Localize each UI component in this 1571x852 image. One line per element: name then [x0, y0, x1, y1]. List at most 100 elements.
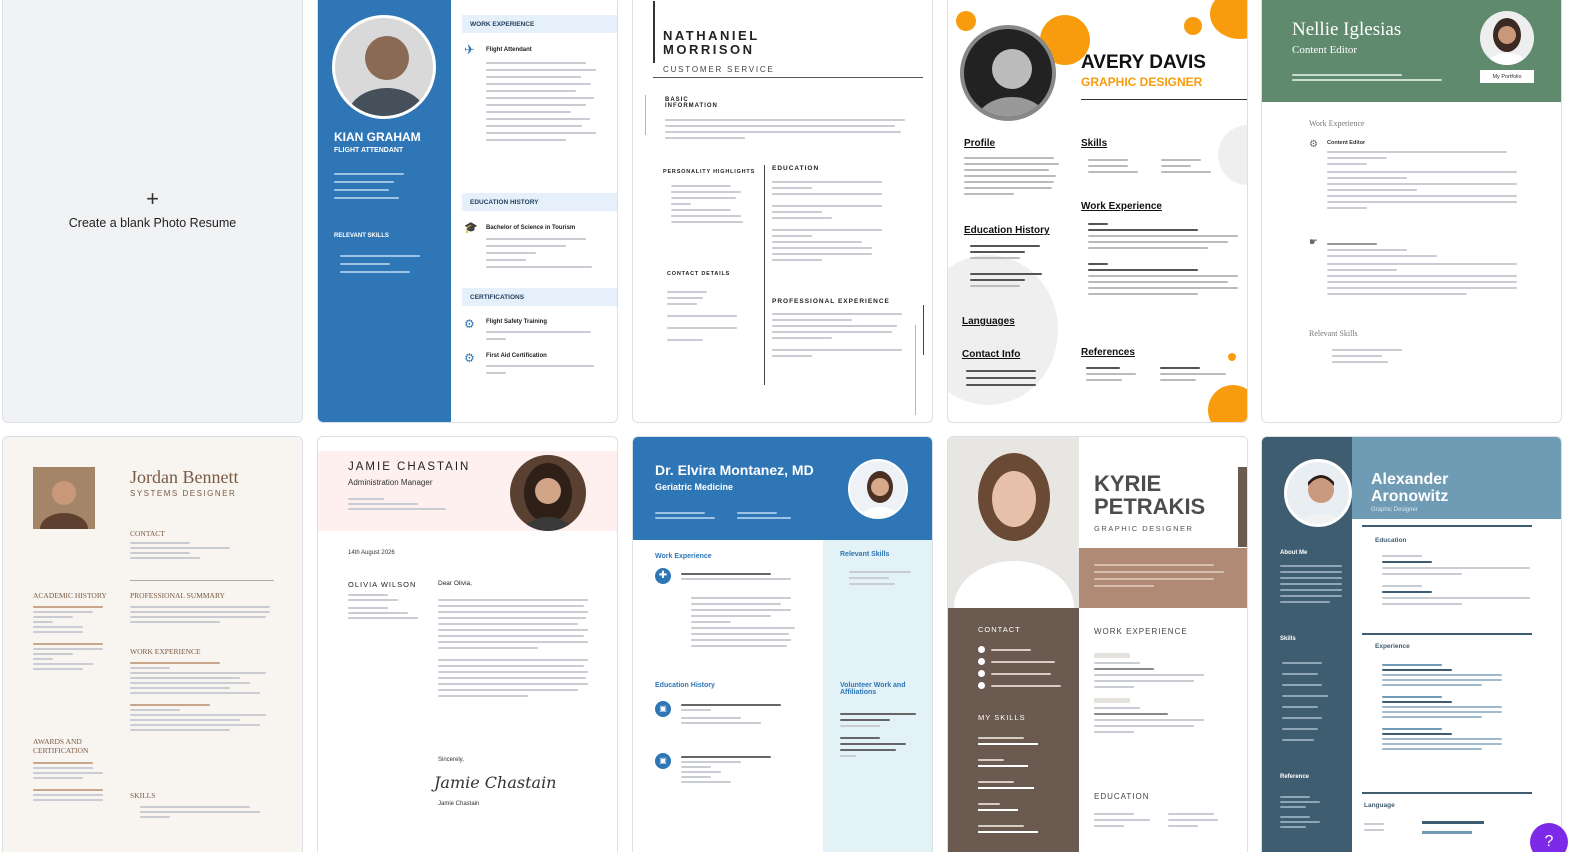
resume-name: PETRAKIS [1094, 494, 1206, 519]
resume-role: Graphic Designer [1371, 507, 1418, 513]
section-heading: Languages [962, 316, 1015, 327]
profile-photo [332, 15, 436, 119]
section-heading: CONTACT DETAILS [667, 271, 731, 277]
graduation-cap-icon: 🎓 [464, 222, 478, 234]
letter-closing: Sincerely, [438, 757, 464, 763]
template-card-kyrie-petrakis[interactable]: KYRIE PETRAKIS GRAPHIC DESIGNER CONTACT … [947, 436, 1248, 852]
section-heading: EDUCATION [1094, 792, 1150, 801]
certification-title: First Aid Certification [486, 353, 547, 359]
resume-role: CUSTOMER SERVICE [663, 65, 775, 74]
degree-title: Bachelor of Science in Tourism [486, 225, 576, 231]
section-heading: Contact Info [962, 349, 1021, 360]
section-heading: CERTIFICATIONS [470, 294, 525, 301]
section-heading: References [1081, 347, 1135, 358]
resume-role: GRAPHIC DESIGNER [1094, 524, 1194, 533]
resume-name: JAMIE CHASTAIN [348, 461, 471, 473]
section-heading: PERSONALITY HIGHLIGHTS [663, 169, 756, 175]
section-heading: PROFESSIONAL EXPERIENCE [772, 298, 890, 305]
resume-name: Dr. Elvira Montanez, MD [655, 462, 814, 478]
globe-icon [978, 670, 985, 677]
portfolio-label: My Portfolio [1492, 73, 1522, 80]
section-heading: Skills [1280, 636, 1296, 642]
section-heading: Language [1364, 802, 1395, 809]
briefcase-icon: ⚙ [1309, 139, 1318, 150]
section-heading: WORK EXPERIENCE [130, 647, 201, 656]
resume-name: Nellie Iglesias [1292, 19, 1402, 40]
plus-icon: + [146, 185, 159, 211]
section-heading: Relevant Skills [1309, 329, 1358, 338]
profile-photo [848, 459, 908, 519]
medical-cross-icon: ✚ [655, 568, 671, 584]
section-heading: About Me [1280, 550, 1308, 556]
section-heading: CONTACT [978, 625, 1021, 634]
resume-name: NATHANIEL [663, 28, 760, 43]
section-heading: Education History [964, 225, 1050, 236]
airplane-icon: ✈ [464, 42, 475, 57]
diploma-icon: ▣ [655, 701, 671, 717]
help-button[interactable]: ? [1530, 823, 1568, 852]
section-heading: ACADEMIC HISTORY [33, 591, 107, 600]
job-title: Flight Attendant [486, 47, 532, 53]
certification-title: Flight Safety Training [486, 319, 548, 325]
email-icon [978, 658, 985, 665]
resume-role: FLIGHT ATTENDANT [334, 147, 404, 154]
template-card-jamie-chastain[interactable]: JAMIE CHASTAIN Administration Manager 14… [317, 436, 618, 852]
template-card-nellie-iglesias[interactable]: Nellie Iglesias Content Editor My Portfo… [1261, 0, 1562, 423]
resume-name: Aronowitz [1371, 488, 1449, 505]
template-card-jordan-bennett[interactable]: Jordan Bennett SYSTEMS DESIGNER CONTACT … [2, 436, 303, 852]
resume-role: Content Editor [1292, 44, 1358, 56]
resume-name: Jordan Bennett [130, 467, 239, 487]
resume-name: KIAN GRAHAM [334, 130, 421, 144]
template-card-alexander-aronowitz[interactable]: Alexander Aronowitz Graphic Designer Abo… [1261, 436, 1562, 852]
skills-heading: RELEVANT SKILLS [334, 233, 389, 239]
section-heading: Work Experience [655, 553, 712, 560]
resume-role: GRAPHIC DESIGNER [1081, 75, 1203, 89]
section-heading: Experience [1375, 643, 1410, 650]
template-card-nathaniel-morrison[interactable]: NATHANIEL MORRISON CUSTOMER SERVICE BASI… [632, 0, 933, 423]
resume-name: AVERY DAVIS [1081, 52, 1206, 73]
section-heading: EDUCATION [772, 165, 820, 172]
resume-name: Alexander [1371, 471, 1449, 488]
section-heading: EDUCATION HISTORY [470, 199, 539, 206]
resume-role: Administration Manager [348, 478, 433, 487]
section-heading: Relevant Skills [840, 551, 890, 558]
help-label: ? [1544, 833, 1554, 850]
section-heading: Reference [1280, 774, 1310, 780]
diploma-icon: ▣ [655, 753, 671, 769]
profile-photo [510, 455, 586, 531]
profile-photo [960, 25, 1056, 121]
section-heading: Work Experience [1081, 201, 1162, 212]
letter-greeting: Dear Olivia, [438, 580, 472, 587]
award-ribbon-icon: ⚙ [464, 317, 475, 331]
resume-name: MORRISON [663, 42, 755, 57]
section-heading: PROFESSIONAL SUMMARY [130, 591, 225, 600]
job-title: Content Editor [1327, 140, 1366, 146]
award-ribbon-icon: ⚙ [464, 351, 475, 365]
phone-icon [978, 646, 985, 653]
template-card-elvira-montanez[interactable]: Dr. Elvira Montanez, MD Geriatric Medici… [632, 436, 933, 852]
profile-photo [1284, 459, 1352, 527]
section-heading: Education History [655, 682, 715, 689]
template-card-kian-graham[interactable]: KIAN GRAHAM FLIGHT ATTENDANT RELEVANT SK… [317, 0, 618, 423]
section-heading: WORK EXPERIENCE [470, 21, 535, 28]
section-heading: AWARDS AND CERTIFICATION [33, 737, 89, 755]
template-card-avery-davis[interactable]: AVERY DAVIS GRAPHIC DESIGNER Profile Edu… [947, 0, 1248, 423]
create-blank-card[interactable]: + Create a blank Photo Resume [2, 0, 303, 423]
section-heading: CONTACT [130, 529, 165, 538]
signer-name: Jamie Chastain [438, 801, 480, 807]
section-heading: Skills [1081, 138, 1108, 149]
portfolio-button: My Portfolio [1480, 70, 1534, 83]
recipient-name: OLIVIA WILSON [348, 580, 417, 589]
profile-photo [33, 467, 95, 529]
section-heading: MY SKILLS [978, 713, 1026, 722]
section-heading: WORK EXPERIENCE [1094, 627, 1188, 636]
profile-photo [948, 437, 1079, 608]
letter-date: 14th August 2026 [348, 550, 395, 556]
section-heading: BASIC INFORMATION [665, 97, 718, 109]
section-heading: Work Experience [1309, 119, 1365, 128]
template-grid: + Create a blank Photo Resume KIAN GRAHA… [0, 0, 1571, 852]
handshake-icon: ☛ [1309, 237, 1318, 248]
location-icon [978, 682, 985, 689]
section-heading: Volunteer Work and Affiliations [840, 682, 906, 696]
section-heading: Education [1375, 537, 1407, 544]
